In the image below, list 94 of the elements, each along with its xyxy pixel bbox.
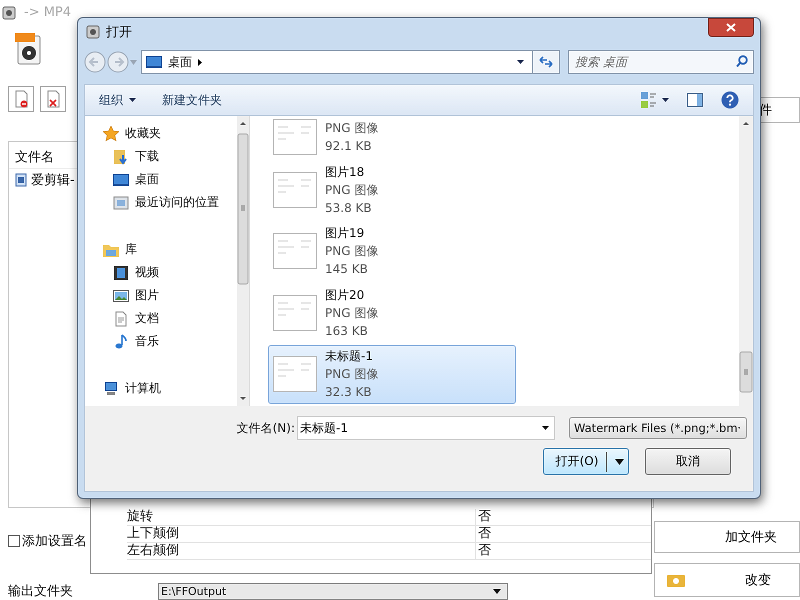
app-icon xyxy=(2,6,16,20)
field-label: 输出文件夹 xyxy=(8,583,74,600)
close-button[interactable] xyxy=(708,18,754,37)
nav-item[interactable]: 桌面 xyxy=(103,168,237,191)
address-bar[interactable]: 桌面 xyxy=(141,50,533,74)
caret-icon xyxy=(129,98,136,102)
column-header[interactable]: 文件名 xyxy=(15,150,54,165)
checkbox-label: 添加设置名 xyxy=(22,533,87,550)
file-type: PNG 图像 xyxy=(325,182,378,199)
preview-pane-icon[interactable] xyxy=(687,93,703,107)
nav-item[interactable]: 视频 xyxy=(103,261,237,284)
property-value: 否 xyxy=(475,509,491,525)
nav-scrollbar[interactable] xyxy=(237,116,249,406)
file-name: 图片18 xyxy=(325,164,366,181)
filename-field[interactable]: 未标题-1 xyxy=(297,416,555,440)
nav-item[interactable]: 音乐 xyxy=(103,330,237,353)
video-file-icon xyxy=(15,173,27,187)
nav-item[interactable]: 收藏夹 xyxy=(103,122,237,145)
file-size: 92.1 KB xyxy=(325,138,373,156)
refresh-button[interactable] xyxy=(532,50,560,74)
output-folder-dropdown[interactable]: E:\FFOutput xyxy=(158,582,508,600)
file-tile[interactable]: 图片20 PNG 图像 163 KB xyxy=(268,283,516,343)
clear-files-button[interactable] xyxy=(40,86,66,112)
file-size: 53.8 KB xyxy=(325,200,373,217)
music-note-icon xyxy=(113,334,129,350)
file-type-dropdown[interactable]: Watermark Files (*.png;*.bm xyxy=(569,417,747,439)
new-folder-button[interactable]: 新建文件夹 xyxy=(158,92,226,108)
checkbox[interactable] xyxy=(8,535,20,547)
nav-item[interactable]: 下载 xyxy=(103,145,237,168)
file-name: 未标题-1 xyxy=(325,348,374,366)
window-title: -> MP4 xyxy=(24,5,72,20)
file-size: 163 KB xyxy=(325,322,369,340)
desktop-icon xyxy=(146,56,162,68)
search-field[interactable]: 搜索 桌面 xyxy=(568,50,754,74)
picture-icon xyxy=(113,288,129,304)
dropdown-arrow-icon xyxy=(493,588,501,594)
desktop-icon xyxy=(113,172,129,188)
caret-icon xyxy=(615,458,624,464)
property-value: 否 xyxy=(475,526,491,542)
field-label: 文件名(N): xyxy=(236,420,295,436)
property-value: 否 xyxy=(475,543,491,559)
computer-icon xyxy=(103,380,119,396)
dialog-title: 打开 xyxy=(106,24,132,41)
dropdown-arrow-icon xyxy=(517,60,524,64)
search-icon xyxy=(736,55,748,68)
nav-item[interactable]: 文档 xyxy=(103,307,237,330)
side-button[interactable]: 改变 xyxy=(654,563,800,597)
nav-item[interactable]: 库 xyxy=(103,238,237,261)
open-button[interactable]: 打开(O) xyxy=(543,448,629,475)
file-scrollbar[interactable] xyxy=(739,116,753,406)
file-name: 图片20 xyxy=(325,286,366,304)
file-type: PNG 图像 xyxy=(325,366,378,384)
remove-file-button[interactable] xyxy=(8,86,34,112)
nav-item[interactable]: 图片 xyxy=(103,284,237,307)
image-thumbnail xyxy=(273,294,317,331)
image-thumbnail xyxy=(273,172,317,208)
nav-item[interactable]: 最近访问的位置 xyxy=(103,191,237,214)
file-tile[interactable]: PNG 图像 92.1 KB xyxy=(268,116,516,158)
dropdown-arrow-icon xyxy=(542,426,549,430)
side-button[interactable]: 加文件夹 xyxy=(654,521,800,553)
file-tile[interactable]: 图片18 PNG 图像 53.8 KB xyxy=(268,160,516,220)
help-icon[interactable] xyxy=(721,91,739,109)
file-tile[interactable]: 未标题-1 PNG 图像 32.3 KB xyxy=(268,344,516,404)
film-icon xyxy=(113,264,129,280)
file-minus-icon xyxy=(13,90,29,108)
property-name: 旋转 xyxy=(127,509,154,525)
image-thumbnail xyxy=(273,119,317,156)
file-size: 32.3 KB xyxy=(325,384,373,402)
file-type: PNG 图像 xyxy=(325,120,378,138)
recent-places-icon xyxy=(113,194,129,210)
view-options-icon[interactable] xyxy=(641,92,669,108)
file-name[interactable]: 爱剪辑- xyxy=(31,171,75,189)
image-thumbnail xyxy=(273,233,317,270)
app-icon xyxy=(86,25,100,39)
organize-menu[interactable]: 组织 xyxy=(95,92,140,108)
folder-download-icon xyxy=(113,148,129,164)
dropdown-arrow-icon xyxy=(738,426,740,430)
property-name: 左右颠倒 xyxy=(127,543,180,559)
file-size: 145 KB xyxy=(325,261,369,278)
file-x-icon xyxy=(45,90,61,108)
close-icon xyxy=(726,23,736,32)
file-type: PNG 图像 xyxy=(325,243,378,260)
nav-item[interactable]: 计算机 xyxy=(103,377,237,400)
mp4-file-icon xyxy=(13,32,43,66)
file-name: 图片19 xyxy=(325,225,366,242)
document-icon xyxy=(113,310,129,326)
chevron-right-icon xyxy=(198,58,202,66)
star-icon xyxy=(103,126,119,142)
refresh-arrows-icon xyxy=(539,56,553,68)
file-type: PNG 图像 xyxy=(325,304,378,322)
property-name: 上下颠倒 xyxy=(127,526,180,542)
cancel-button[interactable]: 取消 xyxy=(645,448,731,475)
file-tile[interactable]: 图片19 PNG 图像 145 KB xyxy=(268,222,516,282)
image-thumbnail xyxy=(273,356,317,392)
